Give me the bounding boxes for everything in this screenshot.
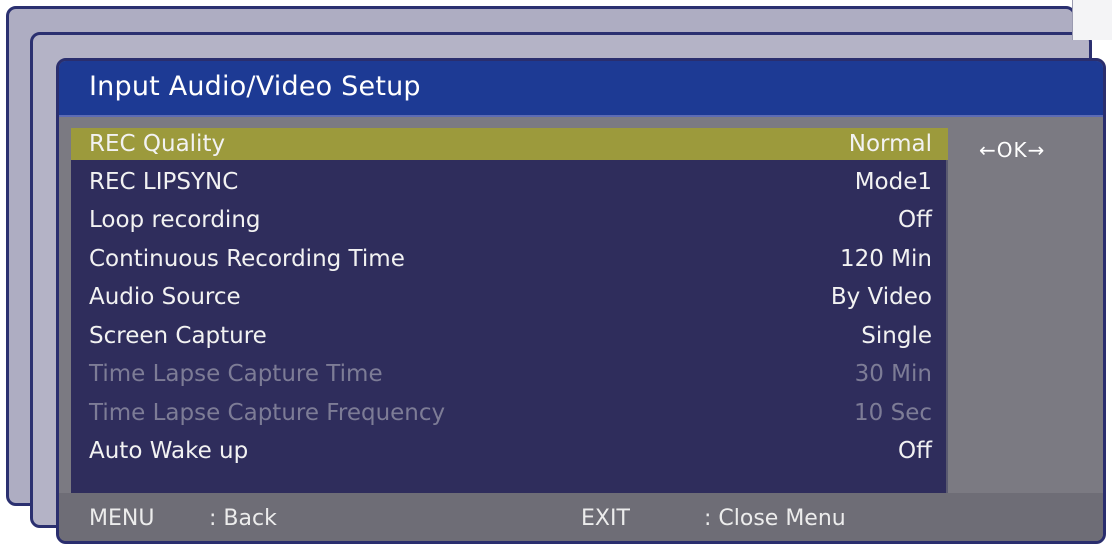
item-label: REC Quality — [89, 131, 226, 157]
item-label: Audio Source — [89, 284, 241, 310]
item-value: Off — [898, 207, 932, 233]
exit-key-action: : Close Menu — [704, 506, 846, 531]
menu-item-rec-lipsync[interactable]: REC LIPSYNC Mode1 — [71, 166, 948, 198]
item-value: 120 Min — [839, 246, 932, 272]
exit-key-label: EXIT — [581, 506, 630, 531]
item-label: Auto Wake up — [89, 438, 249, 464]
navigation-hint: ←OK→ — [979, 138, 1046, 162]
menu-key-label: MENU — [89, 506, 155, 531]
item-value: Mode1 — [854, 169, 932, 195]
menu-item-time-lapse-capture-time: Time Lapse Capture Time 30 Min — [71, 358, 948, 390]
menu-item-continuous-recording-time[interactable]: Continuous Recording Time 120 Min — [71, 243, 948, 275]
input-audio-video-setup-panel: Input Audio/Video Setup REC Quality Norm… — [56, 58, 1106, 544]
menu-stage: Input Audio/Video Setup REC Quality Norm… — [0, 0, 1112, 546]
item-value: 10 Sec — [854, 400, 932, 426]
item-label: Time Lapse Capture Frequency — [89, 400, 446, 426]
page-title: Input Audio/Video Setup — [89, 71, 421, 102]
menu-key-action: : Back — [209, 506, 277, 531]
settings-list: REC Quality Normal REC LIPSYNC Mode1 Loo… — [71, 128, 948, 493]
item-label: Time Lapse Capture Time — [89, 361, 383, 387]
menu-item-rec-quality[interactable]: REC Quality Normal — [71, 128, 948, 160]
item-value: Off — [898, 438, 932, 464]
item-value: Single — [861, 323, 932, 349]
item-value: 30 Min — [854, 361, 932, 387]
footer-bar: MENU : Back EXIT : Close Menu — [59, 493, 1103, 541]
title-bar: Input Audio/Video Setup — [59, 61, 1103, 117]
menu-item-auto-wake-up[interactable]: Auto Wake up Off — [71, 435, 948, 467]
item-label: Screen Capture — [89, 323, 267, 349]
page-corner — [1072, 0, 1112, 40]
menu-item-screen-capture[interactable]: Screen Capture Single — [71, 320, 948, 352]
item-label: Continuous Recording Time — [89, 246, 405, 272]
menu-item-audio-source[interactable]: Audio Source By Video — [71, 281, 948, 313]
menu-item-time-lapse-capture-frequency: Time Lapse Capture Frequency 10 Sec — [71, 397, 948, 429]
item-label: Loop recording — [89, 207, 261, 233]
item-label: REC LIPSYNC — [89, 169, 239, 195]
menu-item-loop-recording[interactable]: Loop recording Off — [71, 204, 948, 236]
item-value: Normal — [848, 131, 932, 157]
item-value: By Video — [830, 284, 932, 310]
